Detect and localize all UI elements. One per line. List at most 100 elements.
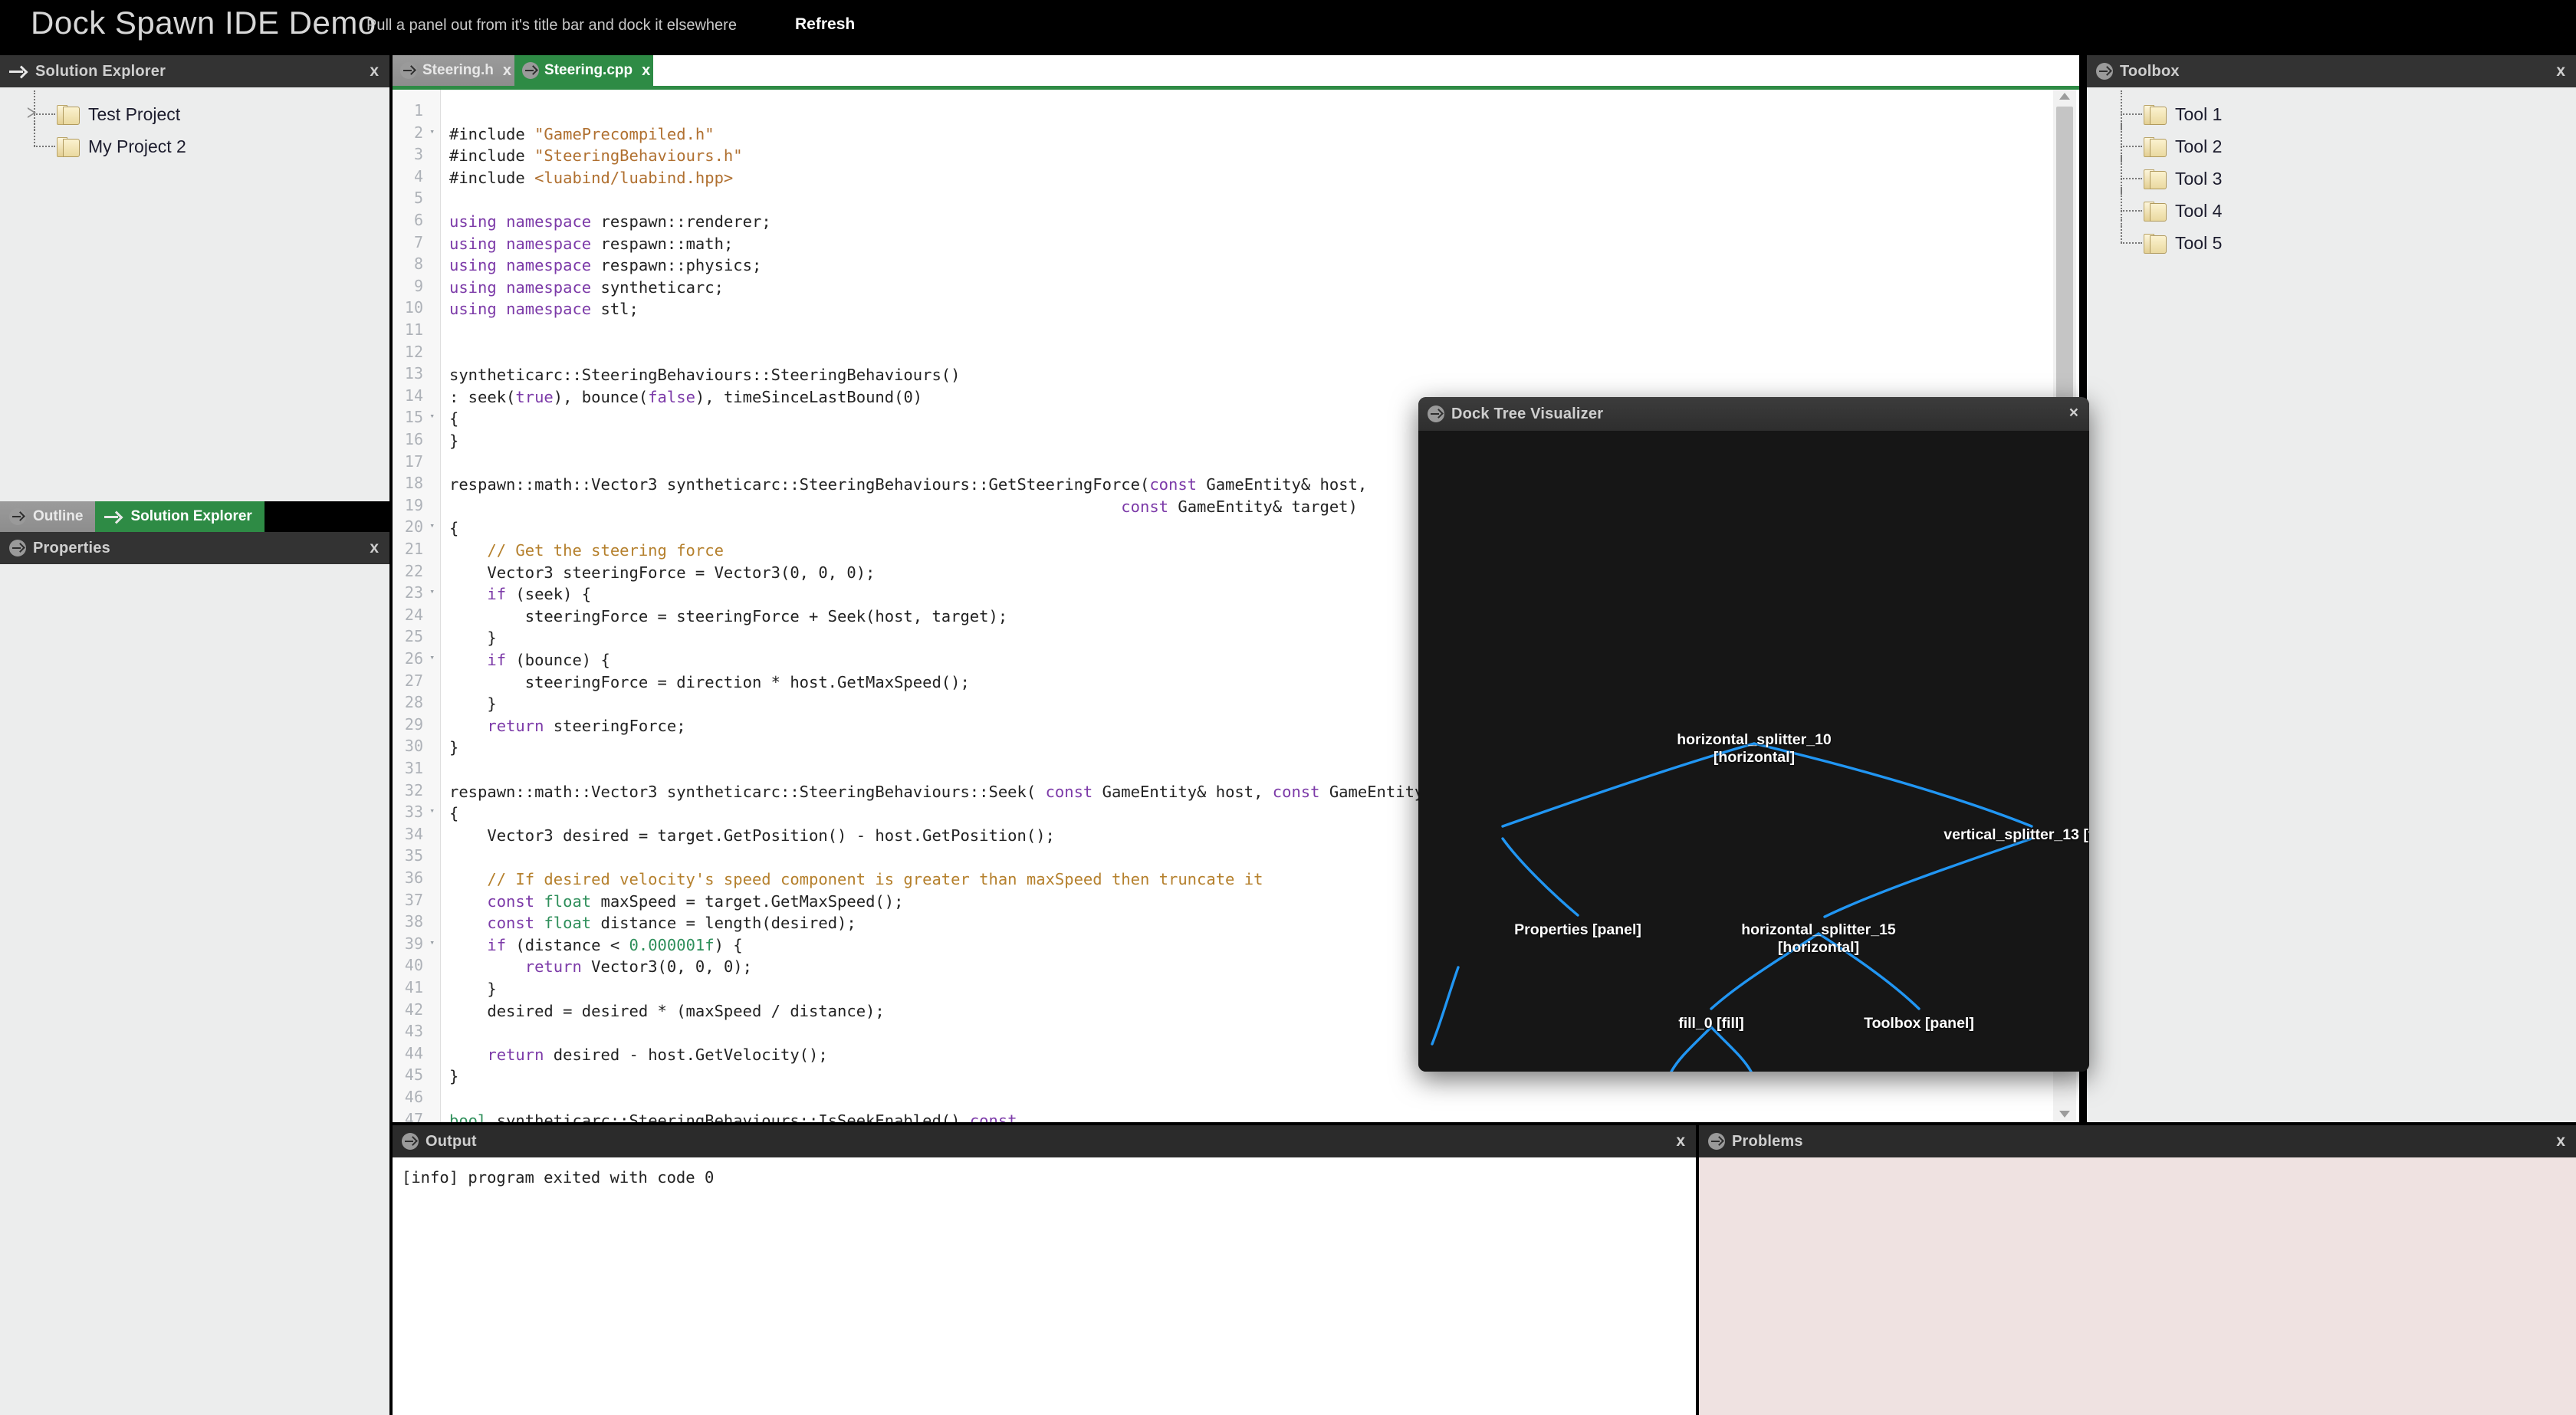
code-line: { bbox=[449, 519, 459, 538]
folder-icon bbox=[57, 136, 80, 157]
folder-icon bbox=[2144, 201, 2167, 222]
line-number: 37 bbox=[404, 890, 423, 909]
line-number: 35 bbox=[404, 846, 423, 865]
fold-toggle-icon[interactable]: ▾ bbox=[429, 520, 435, 530]
close-icon[interactable]: x bbox=[503, 62, 511, 80]
fold-toggle-icon[interactable]: ▾ bbox=[429, 411, 435, 421]
fold-toggle-icon[interactable]: ▾ bbox=[429, 126, 435, 136]
code-line: steeringForce = direction * host.GetMaxS… bbox=[449, 672, 970, 691]
output-panel: Output x [info] program exited with code… bbox=[393, 1125, 1696, 1415]
properties-titlebar[interactable]: Properties x bbox=[0, 532, 389, 564]
list-item[interactable]: Tool 4 bbox=[2087, 187, 2576, 227]
tree-node-label[interactable]: vertical_splitter_13 [v bbox=[1944, 826, 2089, 844]
close-icon[interactable]: x bbox=[370, 539, 379, 557]
line-number: 4 bbox=[413, 166, 423, 185]
list-item[interactable]: My Project 2 bbox=[0, 123, 389, 163]
scroll-up-arrow-icon[interactable] bbox=[2059, 93, 2070, 100]
line-number: 45 bbox=[404, 1065, 423, 1085]
tab-label: Steering.h bbox=[422, 62, 494, 78]
line-number: 31 bbox=[404, 759, 423, 777]
fold-toggle-icon[interactable]: ▾ bbox=[429, 806, 435, 816]
line-number: 1 bbox=[413, 101, 423, 120]
code-line: } bbox=[449, 1067, 459, 1086]
problems-titlebar[interactable]: Problems x bbox=[1699, 1125, 2576, 1157]
tree-node-name: Toolbox [panel] bbox=[1864, 1015, 1974, 1032]
tree-node-label[interactable]: fill_0 [fill] bbox=[1678, 1015, 1744, 1033]
close-icon[interactable]: x bbox=[2556, 62, 2565, 80]
code-line: respawn::math::Vector3 syntheticarc::Ste… bbox=[449, 475, 1368, 494]
problems-panel: Problems x bbox=[1699, 1125, 2576, 1415]
fold-toggle-icon[interactable]: ▾ bbox=[429, 586, 435, 596]
tree-node-label[interactable]: Properties [panel] bbox=[1514, 921, 1641, 939]
properties-panel: Properties x bbox=[0, 532, 389, 1415]
problems-body bbox=[1699, 1157, 2576, 1415]
code-line: return steeringForce; bbox=[487, 716, 686, 735]
tree-node-name: horizontal_splitter_10 bbox=[1677, 731, 1832, 748]
code-line: const GameEntity& target) bbox=[1121, 497, 1358, 516]
line-number: 6 bbox=[413, 211, 423, 229]
toolbox-tree: Tool 1 Tool 2 Tool 3 Tool 4 Tool 5 bbox=[2087, 87, 2576, 1122]
arrow-right-icon bbox=[9, 64, 29, 78]
dialog-body: horizontal_splitter_10 [horizontal]vertic… bbox=[1418, 431, 2089, 1072]
list-item[interactable]: Tool 3 bbox=[2087, 155, 2576, 195]
close-icon[interactable]: × bbox=[2069, 404, 2078, 422]
close-icon[interactable]: x bbox=[642, 62, 650, 80]
close-icon[interactable]: x bbox=[370, 62, 379, 80]
folder-icon bbox=[57, 104, 80, 125]
code-line: } bbox=[449, 629, 497, 648]
tree-node-label[interactable]: horizontal_splitter_10 [horizontal] bbox=[1677, 731, 1832, 767]
line-number: 43 bbox=[404, 1022, 423, 1041]
code-line: // Get the steering force bbox=[449, 541, 724, 560]
close-icon[interactable]: x bbox=[1676, 1132, 1685, 1151]
line-number: 26 bbox=[404, 649, 423, 668]
tree-guide bbox=[14, 123, 57, 163]
line-number: 21 bbox=[404, 540, 423, 558]
properties-body bbox=[0, 564, 389, 1415]
app-header: Dock Spawn IDE Demo Pull a panel out fro… bbox=[0, 0, 2576, 55]
code-line: steeringForce = steeringForce + Seek(hos… bbox=[449, 606, 1008, 625]
line-number: 38 bbox=[404, 912, 423, 931]
scroll-down-arrow-icon[interactable] bbox=[2059, 1111, 2070, 1118]
solution-explorer-titlebar[interactable]: Solution Explorer x bbox=[0, 55, 389, 87]
line-number: 20 bbox=[404, 517, 423, 537]
close-icon[interactable]: x bbox=[2556, 1132, 2565, 1151]
dock-tree-visualizer-dialog[interactable]: Dock Tree Visualizer × horizontal_splitt… bbox=[1418, 397, 2089, 1072]
code-line: using namespace respawn::renderer; bbox=[449, 212, 771, 231]
tab-solution-explorer[interactable]: Solution Explorer bbox=[95, 501, 264, 532]
output-log-line: [info] program exited with code 0 bbox=[402, 1168, 715, 1187]
fold-toggle-icon[interactable]: ▾ bbox=[429, 937, 435, 947]
code-line: } bbox=[449, 980, 497, 998]
list-item[interactable]: Tool 2 bbox=[2087, 123, 2576, 163]
list-item[interactable]: Tool 1 bbox=[2087, 90, 2576, 130]
tab-steering-cpp[interactable]: Steering.cpp x bbox=[514, 55, 654, 86]
tree-guide bbox=[2101, 155, 2144, 195]
refresh-button[interactable]: Refresh bbox=[795, 15, 855, 34]
tab-outline[interactable]: Outline bbox=[0, 501, 96, 532]
tree-node-name: horizontal_splitter_15 bbox=[1741, 921, 1896, 938]
tree-item-label: Tool 3 bbox=[2175, 168, 2223, 189]
output-titlebar[interactable]: Output x bbox=[393, 1125, 1696, 1157]
code-line: using namespace respawn::math; bbox=[449, 234, 734, 253]
line-number: 33 bbox=[404, 803, 423, 822]
panel-title-label: Problems bbox=[1732, 1132, 1803, 1150]
list-item[interactable]: Tool 5 bbox=[2087, 219, 2576, 259]
dialog-titlebar[interactable]: Dock Tree Visualizer × bbox=[1418, 397, 2089, 431]
line-number: 5 bbox=[413, 189, 423, 208]
list-item[interactable]: Test Project bbox=[0, 90, 389, 130]
code-line: desired = desired * (maxSpeed / distance… bbox=[449, 1001, 885, 1020]
fold-toggle-icon[interactable]: ▾ bbox=[429, 652, 435, 662]
line-number: 34 bbox=[404, 824, 423, 843]
code-line: using namespace syntheticarc; bbox=[449, 277, 724, 297]
line-number: 10 bbox=[404, 298, 423, 317]
panel-title-label: Toolbox bbox=[2120, 62, 2180, 80]
app-title: Dock Spawn IDE Demo bbox=[31, 5, 376, 41]
expander-triangle-icon bbox=[28, 107, 36, 118]
toolbox-titlebar[interactable]: Toolbox x bbox=[2087, 55, 2576, 87]
solution-explorer-panel: Solution Explorer x Test Project My Proj… bbox=[0, 55, 389, 501]
arrow-circle-icon bbox=[9, 508, 26, 525]
tab-steering-h[interactable]: Steering.h x bbox=[393, 55, 515, 86]
tree-node-label[interactable]: horizontal_splitter_15 [horizontal] bbox=[1741, 921, 1896, 957]
tree-node-label[interactable]: Toolbox [panel] bbox=[1864, 1015, 1974, 1033]
line-number: 41 bbox=[404, 978, 423, 996]
arrow-circle-icon bbox=[400, 62, 417, 79]
